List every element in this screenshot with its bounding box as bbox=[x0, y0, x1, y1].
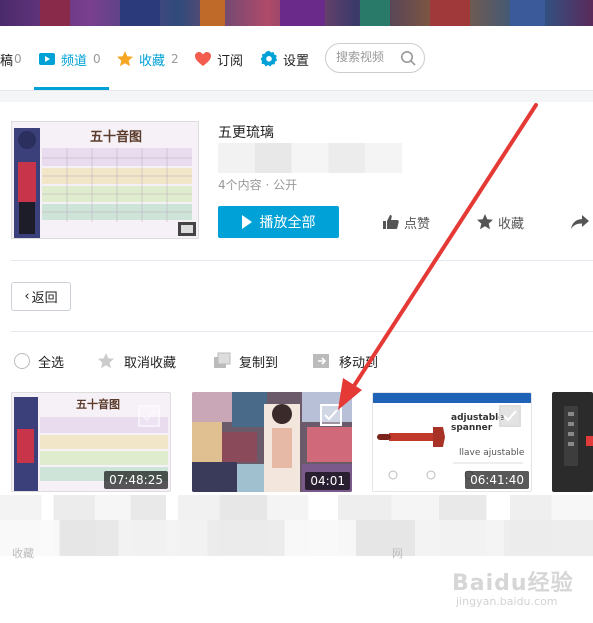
nav-label-subscriptions: 订阅 bbox=[217, 53, 244, 69]
video-duration: 04:01 bbox=[305, 472, 350, 490]
nav-label-favorites: 收藏 bbox=[139, 53, 166, 69]
move-icon bbox=[313, 354, 329, 368]
thumb-up-icon bbox=[383, 215, 399, 229]
star-icon bbox=[477, 214, 493, 230]
nav-label-uploads: 稿 bbox=[0, 53, 14, 69]
video-card[interactable]: 04:01 bbox=[192, 392, 352, 492]
favorite-folder-title: 五更琉璃 bbox=[218, 125, 274, 141]
nav-label-channel: 频道 bbox=[61, 53, 88, 69]
video-card[interactable] bbox=[552, 392, 593, 492]
video-card[interactable]: 五十音图 07:48:25 bbox=[11, 392, 171, 492]
copy-to-label: 复制到 bbox=[239, 355, 279, 371]
nav-label-settings: 设置 bbox=[283, 53, 310, 69]
select-checkbox[interactable] bbox=[320, 404, 342, 426]
footer-fragment: 网 bbox=[392, 547, 403, 560]
search-input[interactable] bbox=[336, 50, 400, 64]
footer-fragment: 收藏 bbox=[12, 547, 34, 560]
copy-icon bbox=[214, 352, 231, 368]
play-icon bbox=[241, 215, 252, 229]
nav-item-subscriptions[interactable]: 订阅 bbox=[194, 48, 243, 70]
gear-icon bbox=[260, 50, 278, 68]
favorite-folder-meta: 4个内容 · 公开 bbox=[218, 178, 298, 192]
chevron-left-icon: ‹ bbox=[24, 289, 30, 304]
cover-heading: 五十音图 bbox=[90, 130, 143, 145]
move-to-action[interactable]: 移动到 bbox=[312, 351, 378, 371]
nav-item-channel[interactable]: 频道 0 bbox=[38, 48, 101, 70]
nav-item-uploads[interactable]: 稿 0 bbox=[0, 48, 22, 70]
video-card[interactable]: adjustable spanner llave ajustable 06:41… bbox=[372, 392, 532, 492]
select-checkbox[interactable] bbox=[138, 405, 160, 427]
blurred-video-meta bbox=[0, 520, 593, 556]
nav-count-favorites: 2 bbox=[171, 52, 179, 66]
channel-navbar: 稿 0 频道 0 收藏 2 订阅 设置 bbox=[0, 26, 593, 90]
share-icon bbox=[571, 215, 589, 229]
nav-count-channel: 0 bbox=[93, 52, 101, 66]
top-banner bbox=[0, 0, 593, 26]
thumb-heading: 五十音图 bbox=[76, 398, 120, 411]
divider bbox=[11, 331, 593, 332]
video-thumbnail bbox=[564, 406, 593, 466]
video-duration: 07:48:25 bbox=[104, 471, 168, 489]
watermark-url: jingyan.baidu.com bbox=[456, 595, 558, 608]
favorite-folder-cover[interactable]: 五十音图 bbox=[11, 121, 199, 239]
select-all-label: 全选 bbox=[38, 355, 65, 371]
check-icon bbox=[324, 409, 338, 421]
unfavorite-label: 取消收藏 bbox=[124, 355, 177, 371]
search-icon[interactable] bbox=[400, 50, 416, 66]
search-box[interactable] bbox=[325, 43, 425, 73]
back-label: 返回 bbox=[31, 291, 58, 306]
unfavorite-action[interactable]: 取消收藏 bbox=[96, 351, 176, 371]
check-icon bbox=[142, 410, 156, 422]
select-all-option[interactable]: 全选 bbox=[14, 351, 64, 371]
heart-icon bbox=[194, 50, 212, 68]
back-button[interactable]: ‹ 返回 bbox=[11, 282, 71, 311]
unstar-icon bbox=[98, 353, 114, 369]
nav-count-uploads: 0 bbox=[14, 52, 22, 66]
star-icon bbox=[116, 50, 134, 68]
like-label: 点赞 bbox=[404, 216, 431, 232]
collect-button[interactable]: 收藏 bbox=[476, 211, 524, 233]
select-checkbox[interactable] bbox=[499, 405, 521, 427]
watermark-text: Baidu经验 bbox=[452, 571, 574, 596]
move-to-label: 移动到 bbox=[339, 355, 379, 371]
select-all-radio[interactable] bbox=[14, 353, 30, 369]
video-duration: 06:41:40 bbox=[465, 471, 529, 489]
play-all-button[interactable]: 播放全部 bbox=[218, 206, 339, 238]
channel-icon bbox=[38, 50, 56, 68]
divider bbox=[11, 260, 593, 261]
like-button[interactable]: 点赞 bbox=[382, 211, 430, 233]
section-divider bbox=[0, 90, 593, 102]
share-button[interactable] bbox=[570, 211, 593, 233]
collect-label: 收藏 bbox=[498, 216, 525, 232]
blurred-description bbox=[218, 143, 402, 173]
nav-item-settings[interactable]: 设置 bbox=[260, 48, 309, 70]
copy-to-action[interactable]: 复制到 bbox=[212, 351, 278, 371]
thumb-subtitle: llave ajustable bbox=[459, 448, 525, 458]
check-icon bbox=[503, 410, 517, 422]
baidu-watermark: Baidu经验 jingyan.baidu.com bbox=[440, 555, 590, 615]
play-all-label: 播放全部 bbox=[259, 215, 316, 231]
nav-item-favorites[interactable]: 收藏 2 bbox=[116, 48, 179, 70]
